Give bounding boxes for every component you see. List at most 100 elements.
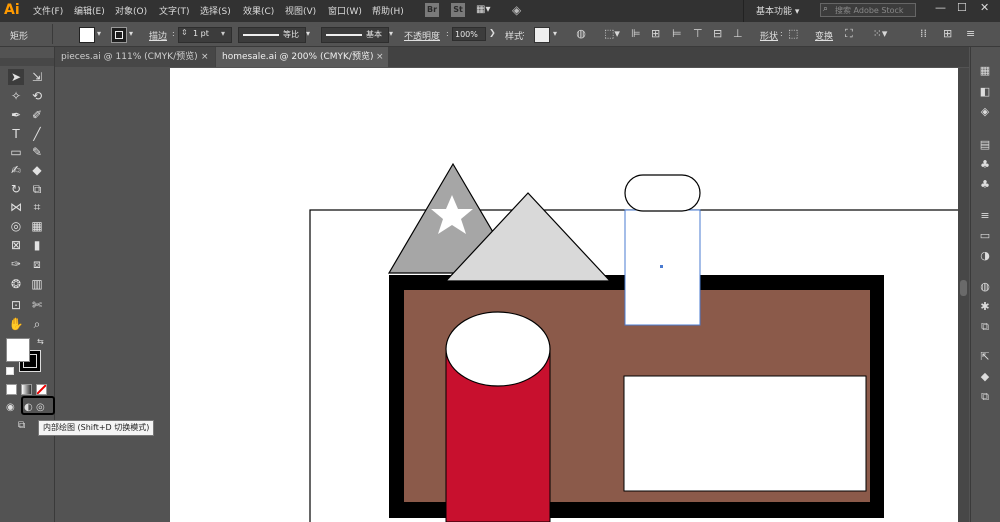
club-icon[interactable]: ♣ — [977, 177, 993, 193]
color-panel-icon[interactable]: ▦ — [977, 63, 993, 79]
menu-file[interactable]: 文件(F) — [33, 4, 63, 17]
layers-export-icon[interactable]: ⧉ — [977, 319, 993, 335]
arrange-documents-icon[interactable]: ▦▾ — [476, 4, 498, 18]
stock-search-input[interactable]: 搜索 Adobe Stock — [820, 3, 916, 17]
blend-tool-icon[interactable]: ⧈ — [29, 256, 45, 272]
align-middle-icon[interactable]: ⊟ — [713, 27, 722, 41]
curvature-tool-icon[interactable]: ✐ — [29, 107, 45, 123]
menu-object[interactable]: 对象(O) — [115, 4, 147, 17]
stroke-label[interactable]: 描边 — [149, 29, 167, 42]
transparency-icon[interactable]: ◑ — [977, 248, 993, 264]
menu-edit[interactable]: 编辑(E) — [74, 4, 105, 17]
symbols-icon[interactable]: ♣ — [977, 157, 993, 173]
stock-button[interactable]: St — [451, 3, 465, 17]
align-right-icon[interactable]: ⊨ — [672, 27, 682, 41]
workspace-switcher[interactable]: 基本功能 ▾ — [756, 4, 799, 17]
zoom-tool-icon[interactable]: ⌕ — [29, 316, 45, 332]
stroke-swatch[interactable] — [111, 27, 127, 43]
gradient-tool-icon[interactable]: ▮ — [29, 237, 45, 253]
mesh-tool-icon[interactable]: ⊠ — [8, 237, 24, 253]
chevron-down-icon[interactable]: ▾ — [306, 29, 310, 38]
chevron-down-icon[interactable]: ▾ — [129, 29, 133, 38]
stroke-panel-icon[interactable]: ≡ — [977, 208, 993, 224]
fill-swatch[interactable] — [79, 27, 95, 43]
cylinder-top-ellipse[interactable] — [445, 311, 551, 387]
type-tool-icon[interactable]: T — [8, 126, 24, 142]
tab-homesale[interactable]: homesale.ai @ 200% (CMYK/预览) × — [216, 47, 388, 67]
maximize-button[interactable]: ☐ — [957, 1, 967, 14]
menu-effect[interactable]: 效果(C) — [243, 4, 274, 17]
swap-fill-stroke-icon[interactable]: ⇆ — [37, 337, 44, 346]
menu-help[interactable]: 帮助(H) — [372, 4, 404, 17]
shape-label[interactable]: 形状 — [760, 29, 778, 42]
close-icon[interactable]: × — [201, 47, 209, 67]
asset-export-icon[interactable]: ⇱ — [977, 349, 993, 365]
close-icon[interactable]: × — [376, 47, 384, 67]
line-tool-icon[interactable]: ╱ — [29, 126, 45, 142]
artboards-icon[interactable]: ⧉ — [977, 389, 993, 405]
align-top-icon[interactable]: ⊤ — [693, 27, 703, 41]
fill-color-box[interactable] — [6, 338, 30, 362]
opacity-label[interactable]: 不透明度 — [404, 29, 440, 42]
white-window-rect[interactable] — [623, 375, 867, 492]
direct-selection-tool-icon[interactable]: ⇲ — [29, 69, 45, 85]
lasso-tool-icon[interactable]: ⟲ — [29, 88, 45, 104]
gradient-panel-icon[interactable]: ▭ — [977, 228, 993, 244]
close-window-button[interactable]: ✕ — [980, 1, 989, 14]
bridge-button[interactable]: Br — [425, 3, 439, 17]
chevron-down-icon[interactable]: ▾ — [97, 29, 101, 38]
minimize-button[interactable]: — — [935, 1, 946, 14]
shape-properties-icon[interactable]: ⬚ — [788, 27, 798, 41]
stroke-weight-field[interactable]: ⇕ 1 pt ▾ — [178, 27, 232, 43]
free-transform-tool-icon[interactable]: ⌗ — [29, 199, 45, 215]
draw-normal-icon[interactable]: ◉ — [6, 402, 15, 413]
scale-tool-icon[interactable]: ⧉ — [29, 181, 45, 197]
swatches-icon[interactable]: ◈ — [977, 104, 993, 120]
selection-tool-icon[interactable]: ➤ — [8, 69, 24, 85]
align-center-icon[interactable]: ⊞ — [651, 27, 660, 41]
align-bottom-icon[interactable]: ⊥ — [733, 27, 743, 41]
slice-tool-icon[interactable]: ✄ — [29, 297, 45, 313]
variable-width-profile[interactable]: 等比 — [238, 27, 306, 43]
stepper-icon[interactable]: ⇕ — [181, 28, 188, 37]
layers-icon[interactable]: ◆ — [977, 369, 993, 385]
eyedropper-tool-icon[interactable]: ✑ — [8, 256, 24, 272]
panel-options-icon[interactable]: ⊞ — [943, 27, 952, 41]
scrollbar-thumb[interactable] — [960, 280, 967, 296]
tab-pieces[interactable]: pieces.ai @ 111% (CMYK/预览) × — [55, 47, 215, 67]
color-guide-icon[interactable]: ◧ — [977, 84, 993, 100]
align-left-icon[interactable]: ⊫ — [631, 27, 641, 41]
transform-label[interactable]: 变换 — [815, 29, 833, 42]
opacity-field[interactable]: 100% — [452, 27, 486, 41]
arrange-icon[interactable]: ⁞⁞ — [920, 27, 927, 41]
gradient-mode-icon[interactable] — [21, 384, 32, 395]
graphic-style-swatch[interactable] — [534, 27, 550, 43]
chevron-right-icon[interactable]: ❯ — [489, 28, 496, 37]
selection-options-icon[interactable]: ⁙▾ — [869, 27, 891, 41]
none-mode-icon[interactable] — [36, 384, 47, 395]
shaper-tool-icon[interactable]: ✍ — [8, 162, 24, 178]
eraser-tool-icon[interactable]: ◆ — [29, 162, 45, 178]
width-tool-icon[interactable]: ⋈ — [8, 199, 24, 215]
magic-wand-icon[interactable]: ✧ — [8, 88, 24, 104]
screen-mode-icon[interactable]: ⧉ — [18, 420, 25, 431]
graphic-styles-icon[interactable]: ✱ — [977, 299, 993, 315]
menu-view[interactable]: 视图(V) — [285, 4, 316, 17]
align-to-icon[interactable]: ⬚▾ — [603, 27, 621, 41]
tools-panel-grip[interactable] — [0, 58, 54, 66]
default-colors-icon[interactable] — [6, 367, 14, 375]
isolate-icon[interactable]: ⛶ — [845, 27, 853, 41]
chimney-cap[interactable] — [624, 174, 701, 212]
recolor-artwork-icon[interactable]: ◍ — [574, 27, 588, 41]
gpu-performance-icon[interactable]: ◈ — [512, 3, 530, 19]
rotate-tool-icon[interactable]: ↻ — [8, 181, 24, 197]
brush-definition[interactable]: 基本 — [321, 27, 389, 43]
menu-select[interactable]: 选择(S) — [200, 4, 231, 17]
shape-builder-tool-icon[interactable]: ◎ — [8, 218, 24, 234]
symbol-sprayer-tool-icon[interactable]: ❂ — [8, 276, 24, 292]
appearance-icon[interactable]: ◍ — [977, 279, 993, 295]
menu-window[interactable]: 窗口(W) — [328, 4, 362, 17]
column-graph-tool-icon[interactable]: ▥ — [29, 276, 45, 292]
chevron-down-icon[interactable]: ▾ — [389, 29, 393, 38]
menu-icon[interactable]: ≡ — [966, 27, 975, 41]
